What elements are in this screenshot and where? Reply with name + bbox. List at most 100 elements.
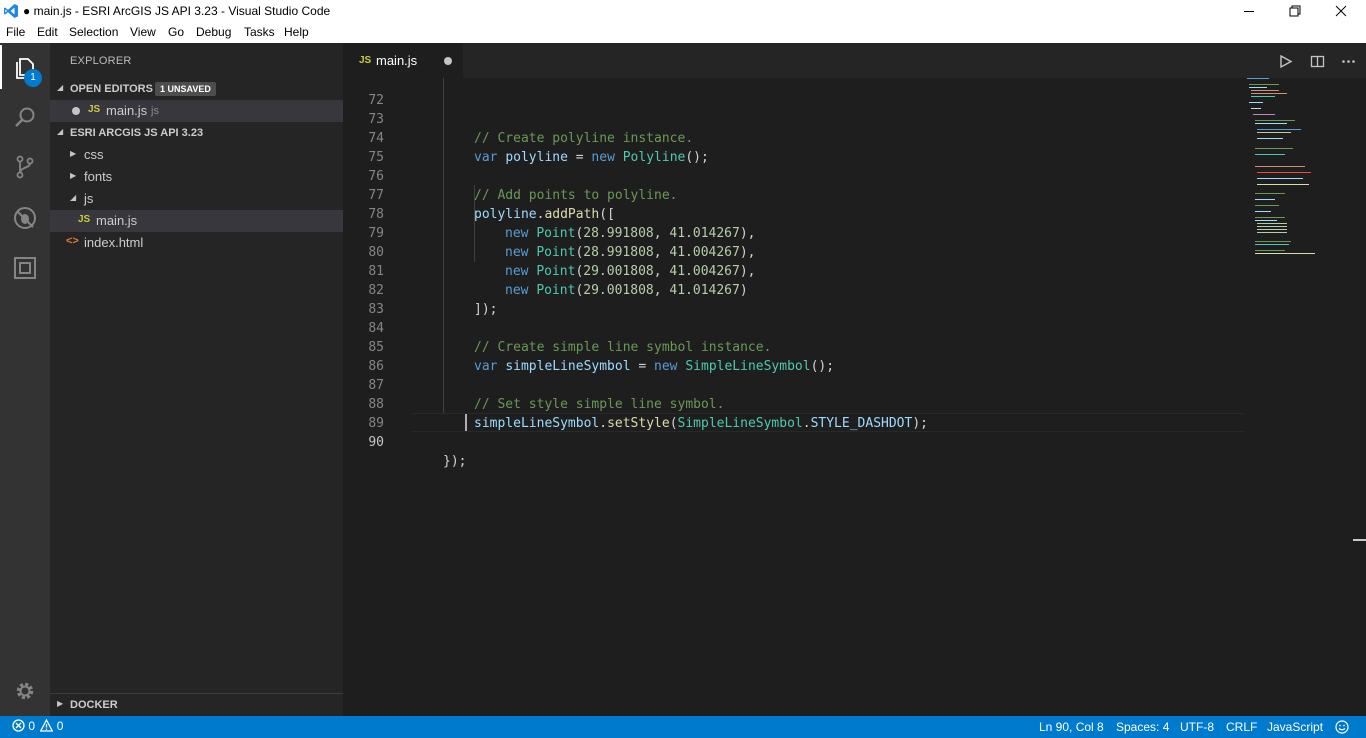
- minimap[interactable]: [1243, 78, 1353, 258]
- menu-edit[interactable]: Edit: [37, 25, 58, 39]
- run-button[interactable]: [1276, 52, 1294, 70]
- source-control-button[interactable]: [11, 153, 39, 181]
- tree-item-index-html[interactable]: <> index.html: [50, 232, 343, 254]
- explorer-sidebar: EXPLORER ◢ OPEN EDITORS 1 UNSAVED JS mai…: [50, 43, 343, 716]
- code-line-86: 86: [343, 338, 1366, 374]
- minimap-line: [1255, 199, 1275, 200]
- tab-main-js[interactable]: JS main.js: [343, 43, 463, 78]
- tab-label: main.js: [376, 53, 418, 68]
- menu-file[interactable]: File: [6, 25, 25, 39]
- scrollbar-position-marker[interactable]: [1353, 539, 1366, 541]
- tree-item-js[interactable]: ◢ js: [50, 188, 343, 210]
- restore-icon: [1289, 5, 1301, 17]
- tree-item-label: css: [84, 147, 104, 162]
- unsaved-dot-icon[interactable]: [72, 107, 80, 115]
- menu-selection[interactable]: Selection: [69, 25, 118, 39]
- code-text: });: [412, 452, 466, 471]
- open-editors-header[interactable]: ◢ OPEN EDITORS 1 UNSAVED: [50, 78, 343, 100]
- close-icon: [1335, 5, 1347, 17]
- code-line-81: 81 new Point(29.001808, 41.014267): [343, 243, 1366, 298]
- active-indicator: [0, 45, 2, 89]
- sidebar-title: EXPLORER: [70, 55, 132, 67]
- code-line-83: 83: [343, 281, 1366, 317]
- open-editor-folder: js: [151, 105, 159, 117]
- debug-icon: [14, 207, 36, 229]
- close-button[interactable]: [1318, 0, 1364, 22]
- ellipsis-icon: [1341, 59, 1355, 63]
- menu-view[interactable]: View: [130, 25, 156, 39]
- code-line-72: 72: [343, 78, 1366, 108]
- open-editor-main-js[interactable]: JS main.js js: [50, 100, 343, 122]
- settings-button[interactable]: [11, 677, 39, 705]
- minimap-line: [1251, 90, 1279, 91]
- explorer-badge: 1: [24, 69, 42, 87]
- minimap-line: [1257, 184, 1309, 185]
- debug-button[interactable]: [11, 204, 39, 232]
- indentation-setting[interactable]: Spaces: 4: [1116, 720, 1169, 734]
- minimap-line: [1253, 114, 1275, 115]
- minimap-line: [1251, 108, 1261, 109]
- text-cursor: [465, 414, 467, 431]
- code-line-87: 87 // Set style simple line symbol.: [343, 357, 1366, 412]
- tree-item-label: main.js: [96, 213, 138, 228]
- minimap-line: [1255, 166, 1305, 167]
- tree-item-fonts[interactable]: ▶ fonts: [50, 166, 343, 188]
- minimap-line: [1247, 78, 1269, 79]
- chevron-down-icon: ◢: [70, 193, 77, 202]
- extensions-button[interactable]: [11, 254, 39, 282]
- minimap-line: [1255, 193, 1285, 194]
- minimap-line: [1255, 123, 1287, 124]
- split-editor-button[interactable]: [1308, 52, 1326, 70]
- tree-item-main-js[interactable]: JS main.js: [50, 210, 343, 232]
- menu-tasks[interactable]: Tasks: [244, 25, 275, 39]
- minimap-line: [1257, 132, 1291, 133]
- menu-help[interactable]: Help: [284, 25, 309, 39]
- tree-item-css[interactable]: ▶ css: [50, 144, 343, 166]
- open-editor-filename: main.js: [106, 103, 148, 118]
- code-line-75: 75: [343, 129, 1366, 165]
- problems-indicator[interactable]: 0 0: [12, 718, 64, 733]
- vscode-logo-icon: [4, 4, 18, 18]
- language-mode[interactable]: JavaScript: [1267, 720, 1323, 734]
- minimap-line: [1257, 229, 1287, 230]
- cursor-position[interactable]: Ln 90, Col 8: [1039, 720, 1104, 734]
- code-line-78: 78 new Point(28.991808, 41.014267),: [343, 186, 1366, 241]
- file-encoding[interactable]: UTF-8: [1180, 720, 1214, 734]
- line-ending[interactable]: CRLF: [1226, 720, 1257, 734]
- chevron-right-icon: ▶: [57, 699, 64, 708]
- docker-section-header[interactable]: ▶ DOCKER: [50, 693, 343, 716]
- warning-icon: [39, 718, 54, 732]
- code-line-73: 73 // Create polyline instance.: [343, 91, 1366, 146]
- open-editors-label: OPEN EDITORS: [70, 83, 153, 95]
- search-button[interactable]: [11, 104, 39, 132]
- chevron-down-icon: ◢: [57, 83, 64, 92]
- warning-count: 0: [56, 719, 64, 733]
- minimap-line: [1251, 96, 1275, 97]
- project-folder-label: ESRI ARCGIS JS API 3.23: [70, 127, 204, 139]
- unsaved-badge: 1 UNSAVED: [155, 82, 216, 96]
- code-line-84: 84 // Create simple line symbol instance…: [343, 300, 1366, 355]
- tree-item-label: js: [84, 191, 94, 206]
- code-line-89: 89: [343, 395, 1366, 431]
- minimap-line: [1255, 241, 1291, 242]
- js-file-icon: JS: [359, 55, 372, 66]
- code-editor[interactable]: 72 73 // Create polyline instance. 74 va…: [343, 78, 1366, 716]
- code-line-77: 77 polyline.addPath([: [343, 167, 1366, 222]
- project-folder-header[interactable]: ◢ ESRI ARCGIS JS API 3.23: [50, 122, 343, 144]
- menu-go[interactable]: Go: [168, 25, 184, 39]
- minimap-line: [1249, 87, 1267, 88]
- minimap-line: [1255, 250, 1285, 251]
- more-actions-button[interactable]: [1339, 52, 1357, 70]
- unsaved-dot-icon[interactable]: [444, 57, 452, 65]
- minimize-button[interactable]: [1226, 0, 1272, 22]
- chevron-down-icon: ◢: [57, 127, 64, 136]
- code-line-90: 90 });: [343, 414, 1366, 469]
- feedback-smiley-icon[interactable]: [1335, 720, 1349, 734]
- restore-button[interactable]: [1272, 0, 1318, 22]
- split-editor-icon: [1310, 55, 1324, 67]
- minimap-line: [1255, 154, 1285, 155]
- menu-debug[interactable]: Debug: [196, 25, 231, 39]
- activity-bar: 1: [0, 43, 50, 716]
- minimap-line: [1257, 129, 1301, 130]
- minimap-line: [1255, 220, 1277, 221]
